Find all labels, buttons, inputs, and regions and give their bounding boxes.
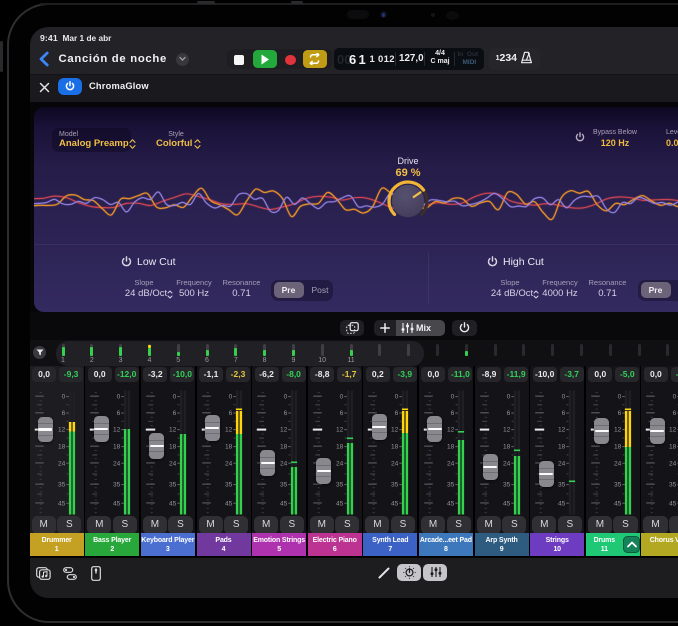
svg-text:35: 35 <box>447 482 455 489</box>
svg-text:45: 45 <box>58 500 66 507</box>
svg-text:0: 0 <box>172 394 176 401</box>
svg-text:0: 0 <box>506 394 510 401</box>
svg-text:18: 18 <box>447 444 455 451</box>
svg-text:6: 6 <box>117 410 121 417</box>
svg-text:45: 45 <box>280 500 288 507</box>
svg-text:6: 6 <box>451 410 455 417</box>
svg-text:0: 0 <box>451 394 455 401</box>
svg-text:45: 45 <box>558 500 566 507</box>
svg-text:12: 12 <box>169 427 177 434</box>
svg-text:6: 6 <box>172 410 176 417</box>
svg-text:35: 35 <box>503 482 511 489</box>
svg-text:24: 24 <box>391 460 399 467</box>
svg-text:0: 0 <box>339 394 343 401</box>
svg-text:0: 0 <box>228 394 232 401</box>
svg-text:12: 12 <box>224 427 232 434</box>
svg-text:35: 35 <box>224 482 232 489</box>
svg-text:35: 35 <box>280 482 288 489</box>
svg-text:12: 12 <box>58 427 66 434</box>
svg-text:12: 12 <box>447 427 455 434</box>
svg-text:18: 18 <box>280 444 288 451</box>
svg-text:24: 24 <box>614 460 622 467</box>
svg-text:18: 18 <box>669 444 677 451</box>
svg-text:24: 24 <box>336 460 344 467</box>
svg-text:12: 12 <box>336 427 344 434</box>
svg-text:18: 18 <box>336 444 344 451</box>
svg-text:6: 6 <box>673 410 677 417</box>
svg-text:6: 6 <box>506 410 510 417</box>
svg-text:18: 18 <box>224 444 232 451</box>
svg-text:35: 35 <box>614 482 622 489</box>
svg-text:12: 12 <box>391 427 399 434</box>
svg-text:24: 24 <box>669 460 677 467</box>
svg-text:12: 12 <box>503 427 511 434</box>
svg-text:18: 18 <box>614 444 622 451</box>
svg-text:0: 0 <box>395 394 399 401</box>
svg-text:35: 35 <box>113 482 121 489</box>
svg-text:0: 0 <box>673 394 677 401</box>
svg-text:45: 45 <box>447 500 455 507</box>
svg-text:24: 24 <box>447 460 455 467</box>
svg-text:24: 24 <box>169 460 177 467</box>
svg-text:0: 0 <box>284 394 288 401</box>
svg-text:0: 0 <box>562 394 566 401</box>
svg-text:45: 45 <box>391 500 399 507</box>
svg-text:12: 12 <box>669 427 677 434</box>
svg-text:35: 35 <box>169 482 177 489</box>
svg-text:24: 24 <box>58 460 66 467</box>
svg-text:24: 24 <box>280 460 288 467</box>
svg-text:12: 12 <box>280 427 288 434</box>
svg-text:35: 35 <box>391 482 399 489</box>
svg-text:6: 6 <box>617 410 621 417</box>
svg-text:35: 35 <box>558 482 566 489</box>
svg-text:0: 0 <box>117 394 121 401</box>
svg-text:0: 0 <box>61 394 65 401</box>
svg-text:45: 45 <box>169 500 177 507</box>
svg-text:45: 45 <box>336 500 344 507</box>
svg-text:18: 18 <box>391 444 399 451</box>
svg-text:35: 35 <box>58 482 66 489</box>
svg-text:45: 45 <box>224 500 232 507</box>
svg-text:6: 6 <box>228 410 232 417</box>
svg-text:18: 18 <box>558 444 566 451</box>
svg-text:35: 35 <box>669 482 677 489</box>
svg-text:6: 6 <box>339 410 343 417</box>
svg-text:18: 18 <box>113 444 121 451</box>
svg-text:45: 45 <box>503 500 511 507</box>
svg-text:45: 45 <box>669 500 677 507</box>
svg-text:35: 35 <box>336 482 344 489</box>
svg-text:45: 45 <box>113 500 121 507</box>
svg-text:6: 6 <box>395 410 399 417</box>
svg-text:24: 24 <box>503 460 511 467</box>
svg-text:24: 24 <box>113 460 121 467</box>
svg-text:24: 24 <box>224 460 232 467</box>
svg-text:0: 0 <box>617 394 621 401</box>
svg-text:18: 18 <box>169 444 177 451</box>
svg-text:24: 24 <box>558 460 566 467</box>
svg-text:18: 18 <box>58 444 66 451</box>
svg-text:6: 6 <box>562 410 566 417</box>
svg-text:45: 45 <box>614 500 622 507</box>
svg-text:12: 12 <box>113 427 121 434</box>
svg-text:6: 6 <box>284 410 288 417</box>
svg-text:12: 12 <box>558 427 566 434</box>
svg-text:6: 6 <box>61 410 65 417</box>
svg-text:12: 12 <box>614 427 622 434</box>
svg-text:18: 18 <box>503 444 511 451</box>
